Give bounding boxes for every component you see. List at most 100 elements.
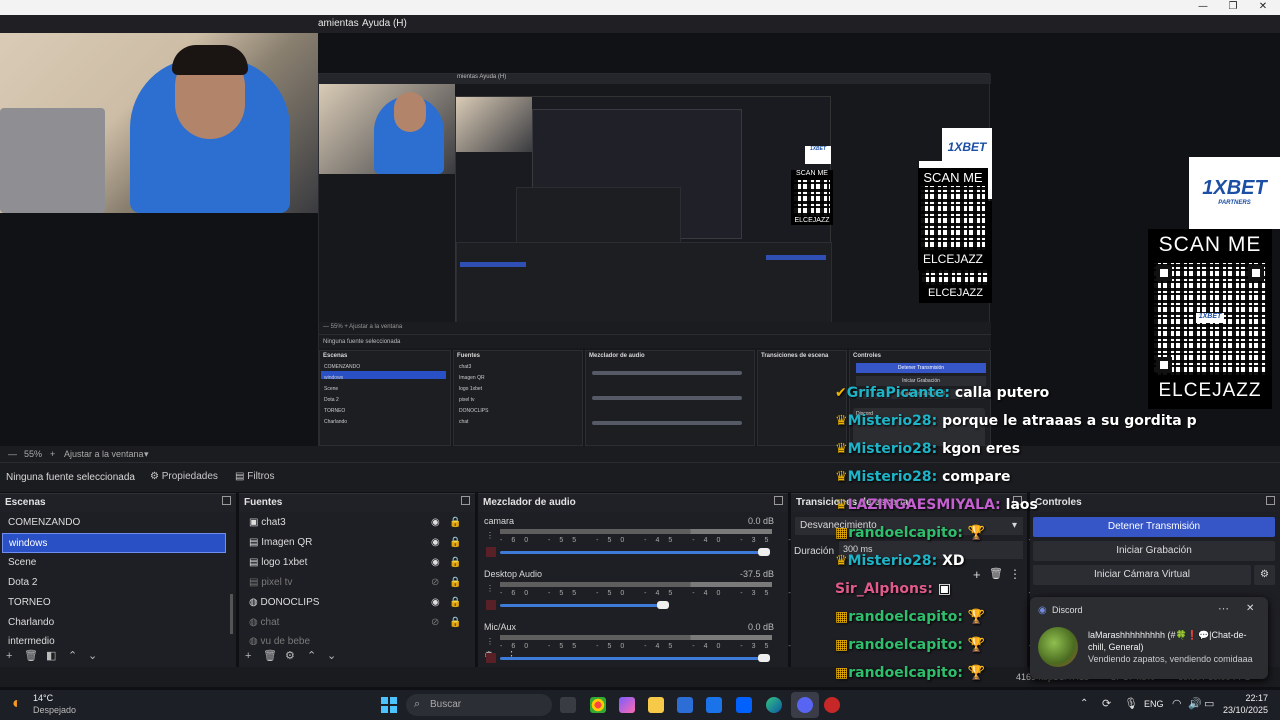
move-down-icon[interactable]: ⌄	[88, 649, 97, 663]
sync-icon[interactable]: ⟳	[1102, 697, 1111, 710]
scene-item[interactable]: Charlando	[2, 613, 226, 633]
volume-slider-knob[interactable]	[758, 654, 770, 662]
taskbar-search[interactable]: ⌕ Buscar	[406, 694, 552, 716]
discord-notification[interactable]: ◉ Discord ⋯ ✕ laMarashhhhhhhhh (#🍀❗💬|Cha…	[1030, 597, 1268, 679]
volume-slider-knob[interactable]	[758, 548, 770, 556]
lock-icon[interactable]: 🔒	[449, 573, 461, 593]
store-icon[interactable]	[677, 697, 693, 713]
lock-icon[interactable]: 🔒	[449, 533, 461, 553]
source-item[interactable]: ◍ DONOCLIPS ◉ 🔒	[243, 593, 463, 613]
discord-body: Vendiendo zapatos, vendiendo comidaaa	[1088, 654, 1253, 664]
dock-undock-icon[interactable]	[222, 496, 231, 505]
nested-sources-list: chat3 Imagen QR logo 1xbet pixel tv DONOCLIP…	[459, 364, 489, 425]
clock-date[interactable]: 23/10/2025	[1220, 705, 1268, 715]
channel-menu-icon[interactable]: ⋮	[486, 531, 494, 540]
channel-db: 0.0 dB	[747, 622, 774, 632]
copilot-icon[interactable]	[619, 697, 635, 713]
task-view-icon[interactable]	[560, 697, 576, 713]
obs-icon[interactable]	[824, 697, 840, 713]
mixer-header: Mezclador de audio	[478, 494, 788, 512]
channel-menu-icon[interactable]: ⋮	[486, 637, 494, 646]
trash-icon[interactable]: 🗑	[24, 649, 38, 663]
chat-message: ♛Misterio28: compare	[835, 469, 1010, 485]
move-up-icon[interactable]: ⌃	[68, 649, 77, 663]
scene-item[interactable]: intermedio	[2, 633, 226, 645]
dock-undock-icon[interactable]	[774, 496, 783, 505]
volume-icon[interactable]: 🔊	[1188, 697, 1202, 710]
webcam-feed	[0, 33, 318, 213]
chevron-up-icon[interactable]: ⌃	[1080, 698, 1088, 709]
chat-text: compare	[942, 469, 1011, 485]
channel-menu-icon[interactable]: ⋮	[486, 584, 494, 593]
close-button[interactable]: ✕	[1248, 0, 1278, 15]
source-item[interactable]: ◍ chat ⊘ 🔒	[243, 613, 463, 633]
dock-undock-icon[interactable]	[461, 496, 470, 505]
outlook-icon[interactable]	[706, 697, 722, 713]
eye-hidden-icon[interactable]: ⊘	[431, 573, 439, 593]
volume-slider[interactable]	[500, 657, 764, 660]
chat-username: LAZINGAESMIYALA:	[847, 497, 1001, 513]
source-item[interactable]: ◍ vu de bebe	[243, 633, 463, 645]
scene-item[interactable]: TORNEO	[2, 593, 226, 613]
mute-icon[interactable]	[486, 653, 496, 663]
chrome-icon[interactable]	[590, 697, 606, 713]
gear-icon[interactable]: ⚙	[285, 649, 295, 663]
microphone-icon[interactable]: 🎙	[1124, 697, 1138, 710]
source-item[interactable]: ▣ chat3 ◉ 🔒	[243, 513, 463, 533]
weather-temp[interactable]: 14°C	[33, 693, 53, 703]
trash-icon[interactable]: 🗑	[263, 649, 277, 663]
lock-icon[interactable]: 🔒	[449, 593, 461, 613]
filter-scene-icon[interactable]: ◧	[46, 649, 56, 663]
chat-username: Misterio28:	[847, 441, 938, 457]
source-item[interactable]: ▤ logo 1xbet ◉ 🔒	[243, 553, 463, 573]
windows-start-icon[interactable]	[381, 697, 397, 713]
restore-button[interactable]: ❐	[1218, 0, 1248, 15]
mute-icon[interactable]	[486, 600, 496, 610]
clock-time[interactable]: 22:17	[1226, 693, 1268, 703]
menu-help[interactable]: Ayuda (H)	[362, 18, 407, 29]
dropbox-icon[interactable]	[736, 697, 752, 713]
scene-item-selected[interactable]: windows	[2, 533, 226, 553]
volume-slider-knob[interactable]	[657, 601, 669, 609]
battery-icon[interactable]: ▭	[1204, 697, 1214, 710]
edge-icon[interactable]	[766, 697, 782, 713]
weather-desc[interactable]: Despejado	[33, 705, 76, 715]
menu-tools[interactable]: amientas	[318, 18, 359, 29]
wifi-icon[interactable]: ◠	[1172, 697, 1182, 710]
ad-logo-mid: 1XBET	[942, 128, 992, 168]
source-type-icon: ▣	[249, 517, 259, 528]
scene-item[interactable]: COMENZANDO	[2, 513, 226, 533]
eye-hidden-icon[interactable]: ⊘	[431, 613, 439, 633]
lock-icon[interactable]: 🔒	[449, 513, 461, 533]
scene-item[interactable]: Scene	[2, 553, 226, 573]
close-icon[interactable]: ✕	[1246, 603, 1254, 614]
mute-icon[interactable]	[486, 547, 496, 557]
more-icon[interactable]: ⋯	[1218, 602, 1229, 615]
eye-icon[interactable]: ◉	[431, 553, 440, 573]
properties-button[interactable]: ⚙ Propiedades	[144, 469, 224, 487]
lock-icon[interactable]: 🔒	[449, 553, 461, 573]
source-item[interactable]: ▤ pixel tv ⊘ 🔒	[243, 573, 463, 593]
add-scene-button[interactable]: +	[6, 649, 12, 663]
language-indicator[interactable]: ENG	[1144, 699, 1164, 709]
eye-icon[interactable]: ◉	[431, 593, 440, 613]
eye-icon[interactable]: ◉	[431, 513, 440, 533]
filters-button[interactable]: ▤ Filtros	[229, 469, 280, 487]
file-explorer-icon[interactable]	[648, 697, 664, 713]
eye-icon[interactable]: ◉	[431, 533, 440, 553]
volume-slider[interactable]	[500, 604, 663, 607]
zoom-in-button[interactable]: +	[50, 449, 55, 459]
move-up-icon[interactable]: ⌃	[307, 649, 316, 663]
fit-window-select[interactable]: Ajustar a la ventana	[64, 449, 144, 459]
move-down-icon[interactable]: ⌄	[327, 649, 336, 663]
add-source-button[interactable]: +	[245, 649, 251, 663]
scene-item[interactable]: Dota 2	[2, 573, 226, 593]
chevron-down-icon[interactable]: ▾	[144, 449, 149, 460]
chat-message: ▦randoelcapito: 🏆	[835, 637, 985, 653]
lock-icon[interactable]: 🔒	[449, 613, 461, 633]
discord-icon[interactable]	[797, 697, 813, 713]
volume-slider[interactable]	[500, 551, 764, 554]
zoom-out-button[interactable]: —	[8, 449, 17, 459]
source-item[interactable]: ▤ Imagen QR ◉ 🔒	[243, 533, 463, 553]
minimize-button[interactable]: —	[1188, 0, 1218, 15]
